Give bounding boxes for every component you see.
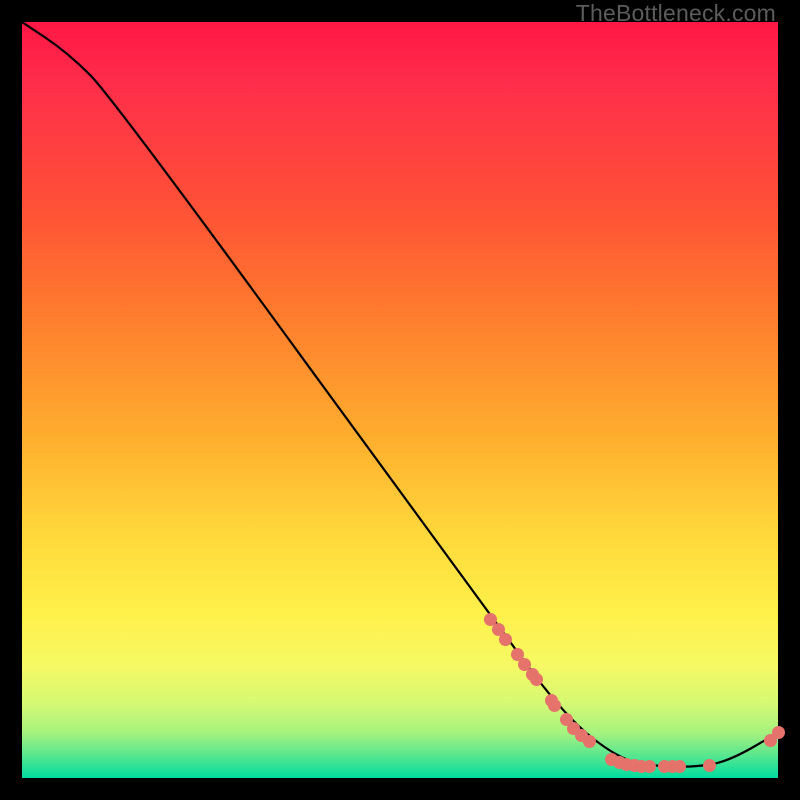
curve-svg: [22, 22, 778, 778]
data-marker: [772, 726, 785, 739]
data-marker: [530, 673, 543, 686]
data-marker: [583, 735, 596, 748]
performance-curve: [22, 22, 778, 767]
